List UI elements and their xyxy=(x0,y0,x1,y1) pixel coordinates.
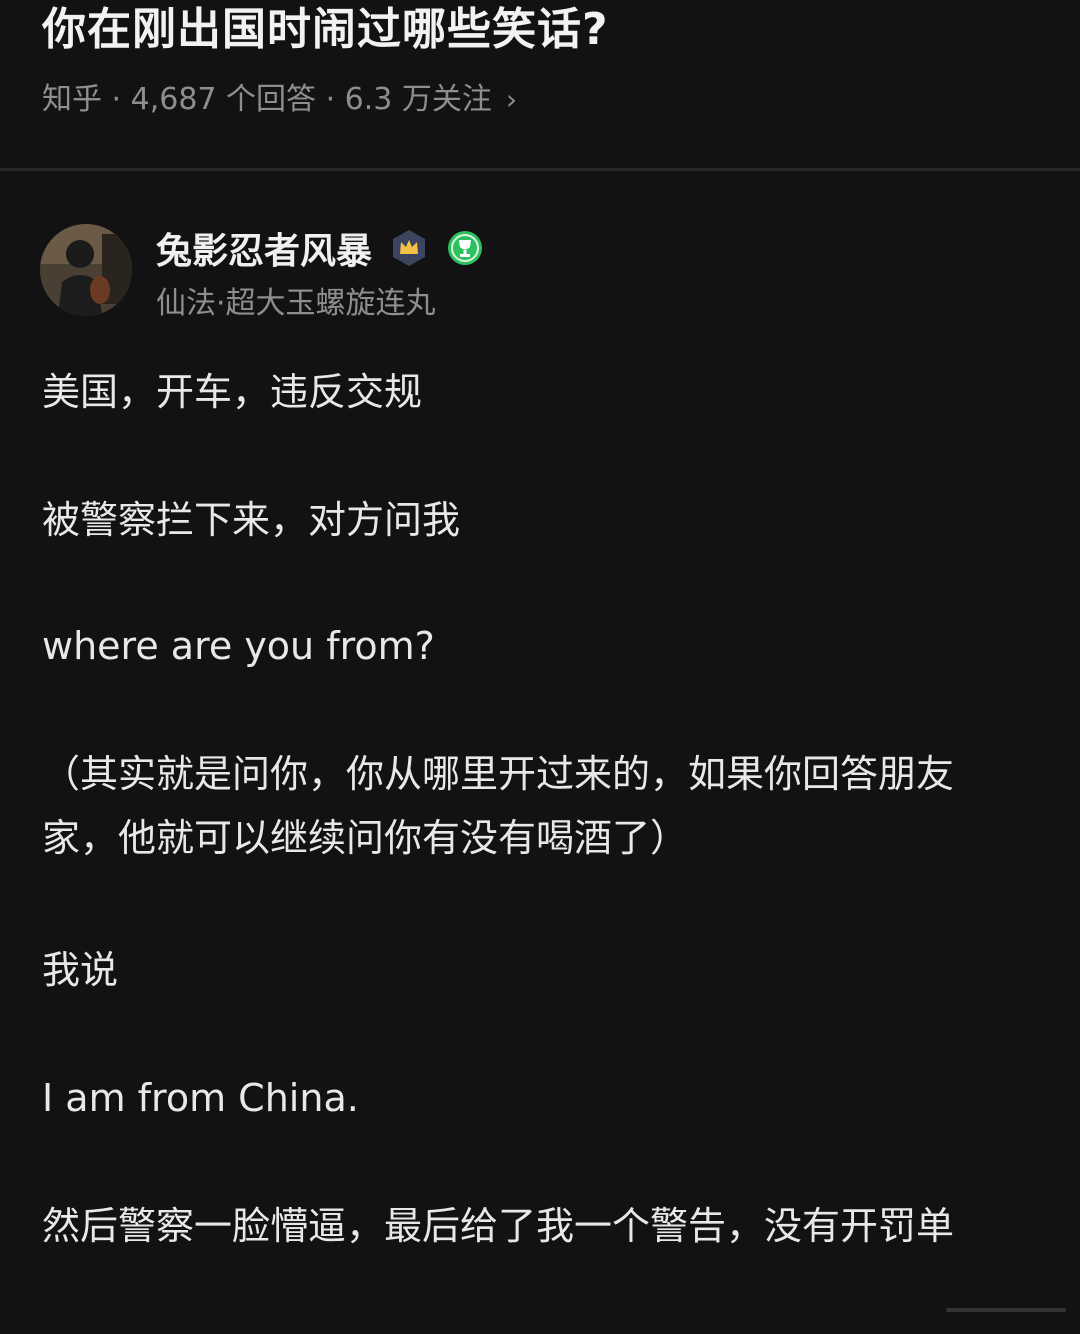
avatar-image xyxy=(40,224,132,316)
author-headline: 仙法·超大玉螺旋连丸 xyxy=(156,286,436,321)
crown-badge-icon xyxy=(390,229,428,267)
avatar[interactable] xyxy=(40,224,132,316)
author-name-row: 兔影忍者风暴 xyxy=(156,224,484,272)
question-header: 你在刚出国时闹过哪些笑话? 知乎 · 4,687 个回答 · 6.3 万关注 › xyxy=(0,0,1080,170)
trophy-badge-icon xyxy=(446,229,484,267)
chevron-right-icon: › xyxy=(505,83,518,116)
answer-paragraph: I am from China. xyxy=(42,1076,359,1120)
answer-paragraph: 我说 xyxy=(42,948,119,992)
author-name[interactable]: 兔影忍者风暴 xyxy=(156,222,372,274)
divider xyxy=(0,168,1080,171)
question-title[interactable]: 你在刚出国时闹过哪些笑话? xyxy=(42,0,609,60)
question-meta[interactable]: 知乎 · 4,687 个回答 · 6.3 万关注 › xyxy=(42,78,517,122)
answer-paragraph: （其实就是问你，你从哪里开过来的，如果你回答朋友家，他就可以继续问你有没有喝酒了… xyxy=(42,752,955,860)
answer-paragraph: 然后警察一脸懵逼，最后给了我一个警告，没有开罚单 xyxy=(42,1204,955,1248)
question-meta-text: 知乎 · 4,687 个回答 · 6.3 万关注 xyxy=(42,82,492,117)
watermark-mark xyxy=(946,1308,1066,1312)
author-info: 兔影忍者风暴 仙法·超大玉螺旋连丸 xyxy=(40,224,1040,321)
answer-paragraph: 被警察拦下来，对方问我 xyxy=(42,498,461,542)
answer-paragraph: where are you from? xyxy=(42,624,435,668)
answer-paragraph: 美国，开车，违反交规 xyxy=(42,370,423,414)
